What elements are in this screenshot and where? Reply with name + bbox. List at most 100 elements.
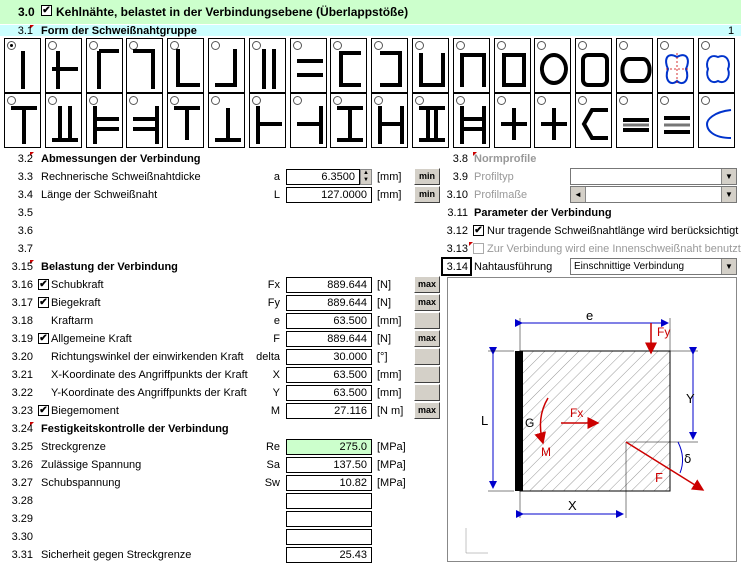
shape-option[interactable]: [534, 93, 572, 148]
row-number: 3.1: [17, 25, 33, 37]
weld-shape-icon: [215, 49, 237, 87]
load-checkbox[interactable]: ✔: [38, 279, 49, 290]
shape-option[interactable]: [656, 93, 694, 148]
shape-option[interactable]: [85, 93, 123, 148]
load-input[interactable]: 63.500: [286, 313, 372, 329]
shape-option[interactable]: [208, 93, 245, 148]
bearing-length-label: Nur tragende Schweißnahtlänge wird berüc…: [487, 225, 739, 237]
shape-option[interactable]: [697, 38, 735, 93]
shape-option[interactable]: [330, 93, 368, 148]
header-checkbox[interactable]: ✔: [41, 5, 52, 16]
load-checkbox[interactable]: ✔: [38, 405, 49, 416]
strength-label: Streckgrenze: [41, 441, 106, 453]
shape-option[interactable]: [85, 38, 123, 93]
weld-thickness-symbol: a: [273, 171, 280, 183]
shape-option[interactable]: [4, 93, 41, 148]
spin-up-icon[interactable]: ▲: [361, 170, 371, 177]
shape-option[interactable]: [167, 38, 205, 93]
spin-down-icon[interactable]: ▼: [361, 177, 371, 184]
shape-option[interactable]: [248, 38, 286, 93]
weld-type-select[interactable]: Einschnittige Verbindung ▼: [570, 258, 737, 275]
shape-option[interactable]: [371, 93, 409, 148]
shape-option[interactable]: [534, 38, 572, 93]
load-input[interactable]: 30.000: [286, 349, 372, 365]
row-number: 3.21: [11, 369, 33, 381]
load-input[interactable]: 889.644: [286, 331, 372, 347]
shape-option[interactable]: [452, 93, 490, 148]
bearing-length-checkbox[interactable]: ✔: [473, 225, 484, 236]
shape-option[interactable]: [4, 38, 41, 93]
safety-value: 25.43: [286, 547, 372, 563]
weld-length-unit: [mm]: [377, 189, 402, 201]
shape-option[interactable]: [412, 38, 449, 93]
load-max-button[interactable]: [414, 348, 440, 365]
chevron-left-icon[interactable]: ◄: [571, 187, 586, 202]
shape-option[interactable]: [167, 93, 205, 148]
shape-option[interactable]: [44, 38, 82, 93]
load-label: Y-Koordinate des Angriffpunkts der Kraft: [51, 387, 247, 399]
shape-option[interactable]: [452, 38, 490, 93]
row-number: 3.5: [17, 207, 33, 219]
weld-shape-icon: [174, 106, 201, 140]
load-checkbox[interactable]: ✔: [38, 297, 49, 308]
params-title: Parameter der Verbindung: [474, 207, 612, 219]
shape-option[interactable]: [330, 38, 368, 93]
load-input[interactable]: 63.500: [286, 367, 372, 383]
load-max-button[interactable]: max: [414, 402, 440, 419]
weld-thickness-input[interactable]: 6.3500: [286, 169, 360, 185]
shape-option[interactable]: [616, 38, 653, 93]
load-input[interactable]: 27.116: [286, 403, 372, 419]
strength-value[interactable]: 275.0: [286, 439, 372, 455]
shape-option[interactable]: [697, 93, 735, 148]
load-input[interactable]: 63.500: [286, 385, 372, 401]
empty-result-field: [286, 493, 372, 509]
weld-thickness-spinner[interactable]: ▲ ▼: [360, 169, 372, 185]
inner-weld-checkbox[interactable]: [473, 243, 484, 254]
profile-type-select[interactable]: ▼: [570, 168, 737, 185]
shape-option[interactable]: [371, 38, 409, 93]
load-label: X-Koordinate des Angriffpunkts der Kraft: [51, 369, 248, 381]
profile-size-select[interactable]: ◄ ▼: [570, 186, 737, 203]
row-number: 3.23: [11, 405, 33, 417]
load-max-button[interactable]: [414, 384, 440, 401]
load-max-button[interactable]: max: [414, 294, 440, 311]
weld-shape-icon: [419, 53, 445, 87]
shape-option[interactable]: [126, 38, 164, 93]
weld-shape-icon: [96, 49, 119, 89]
weld-type-label: Nahtausführung: [474, 261, 553, 273]
shape-option[interactable]: [575, 38, 613, 93]
load-max-button[interactable]: max: [414, 276, 440, 293]
row-number: 3.17: [11, 297, 33, 309]
shape-option[interactable]: [289, 38, 327, 93]
shape-option[interactable]: [412, 93, 449, 148]
weld-length-input[interactable]: 127.0000: [286, 187, 372, 203]
row-number: 3.28: [11, 495, 33, 507]
load-max-button[interactable]: max: [414, 330, 440, 347]
shape-option[interactable]: [126, 93, 164, 148]
shape-option[interactable]: [44, 93, 82, 148]
shape-option[interactable]: [208, 38, 245, 93]
shape-option[interactable]: [493, 38, 531, 93]
load-max-button[interactable]: [414, 312, 440, 329]
load-checkbox[interactable]: ✔: [38, 333, 49, 344]
load-input[interactable]: 889.644: [286, 295, 372, 311]
shape-option[interactable]: [656, 38, 694, 93]
load-diagram: e Fy L G M Fx Y X F δ: [447, 277, 737, 562]
header-number: 3.0: [18, 5, 35, 19]
load-input[interactable]: 889.644: [286, 277, 372, 293]
shape-option[interactable]: [575, 93, 613, 148]
profile-type-label: Profiltyp: [474, 171, 514, 183]
load-max-button[interactable]: [414, 366, 440, 383]
shape-option[interactable]: [248, 93, 286, 148]
shape-option[interactable]: [289, 93, 327, 148]
shape-option[interactable]: [616, 93, 653, 148]
chevron-down-icon[interactable]: ▼: [721, 187, 736, 202]
row-number: 3.15: [11, 261, 33, 273]
shape-option[interactable]: [493, 93, 531, 148]
weld-shape-icon: [663, 116, 690, 134]
strength-symbol: Sa: [266, 459, 280, 471]
weld-bar: [515, 351, 523, 491]
chevron-down-icon[interactable]: ▼: [721, 259, 736, 274]
chevron-down-icon[interactable]: ▼: [721, 169, 736, 184]
weld-type-value: Einschnittige Verbindung: [574, 261, 685, 272]
